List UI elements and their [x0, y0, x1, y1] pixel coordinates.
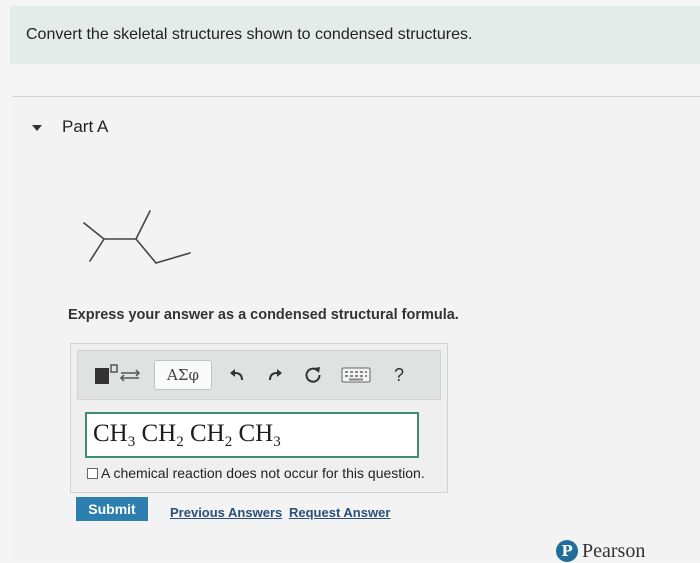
part-title: Part A: [62, 117, 109, 136]
formula-group: CH3: [93, 420, 135, 450]
templates-icon: [95, 364, 141, 384]
no-reaction-checkbox[interactable]: [87, 467, 98, 479]
no-reaction-option[interactable]: A chemical reaction does not occur for t…: [87, 464, 425, 482]
reset-button[interactable]: [300, 360, 326, 390]
submit-button[interactable]: Submit: [76, 497, 148, 521]
formula-part: CH: [93, 420, 128, 447]
question-banner: Convert the skeletal structures shown to…: [10, 6, 700, 64]
formula-group: CH3: [232, 420, 281, 450]
templates-button[interactable]: [90, 360, 150, 390]
pearson-brand: P Pearson: [556, 540, 645, 562]
reset-icon: [305, 367, 321, 383]
formula-subscript: 2: [176, 434, 184, 450]
math-toolbar: ΑΣφ ?: [77, 350, 441, 400]
answer-panel: ΑΣφ ? CH3 CH2 CH2 CH3 A chemical reactio…: [70, 343, 448, 493]
pearson-name: Pearson: [582, 539, 646, 562]
formula-subscript: 3: [273, 434, 281, 450]
skeletal-structure-image: [83, 210, 191, 264]
redo-button[interactable]: [262, 360, 288, 390]
formula-group: CH2: [135, 420, 184, 450]
formula-part: CH: [183, 420, 225, 447]
keyboard-button[interactable]: [338, 360, 374, 390]
request-answer-link[interactable]: Request Answer: [289, 505, 390, 520]
question-text: Convert the skeletal structures shown to…: [26, 26, 473, 43]
redo-icon: [269, 369, 282, 381]
no-reaction-label: A chemical reaction does not occur for t…: [101, 465, 425, 481]
previous-answers-link[interactable]: Previous Answers: [170, 505, 282, 520]
symbols-button[interactable]: ΑΣφ: [154, 360, 212, 390]
answer-input[interactable]: CH3 CH2 CH2 CH3: [85, 412, 419, 458]
help-button[interactable]: ?: [386, 360, 412, 390]
part-a-section: Part A Express your answer as a condense…: [12, 96, 700, 561]
undo-button[interactable]: [224, 360, 250, 390]
formula-group: CH2: [183, 420, 232, 450]
keyboard-icon: [341, 367, 371, 383]
pearson-logo-icon: P: [556, 540, 578, 562]
caret-down-icon[interactable]: [30, 121, 44, 135]
undo-icon: [230, 369, 243, 381]
formula-part: CH: [135, 420, 177, 447]
instruction-text: Express your answer as a condensed struc…: [68, 307, 459, 323]
formula-part: CH: [232, 420, 274, 447]
